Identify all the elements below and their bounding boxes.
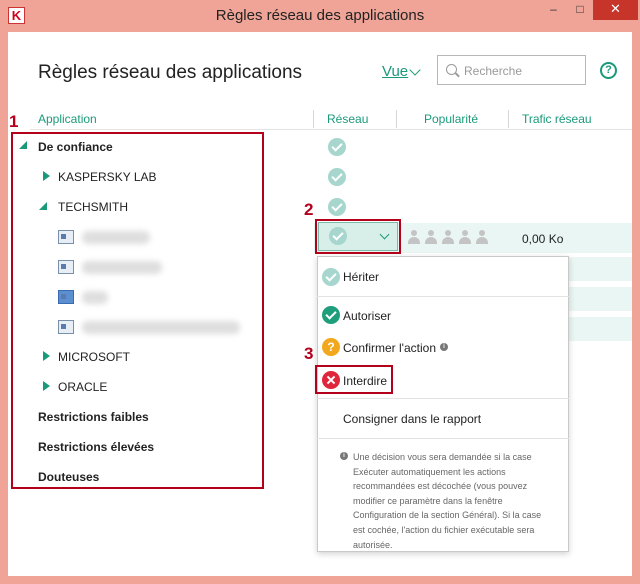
menu-item-confirm[interactable]: Confirmer l'action — [343, 341, 436, 355]
search-icon — [446, 64, 457, 75]
help-icon[interactable]: ? — [600, 62, 617, 79]
menu-divider — [317, 438, 569, 439]
page-title: Règles réseau des applications — [38, 62, 303, 83]
column-separator — [396, 110, 397, 128]
column-separator — [508, 110, 509, 128]
popularity-person-icon — [458, 230, 472, 244]
annotation-box-2 — [315, 219, 401, 254]
column-separator — [313, 110, 314, 128]
annotation-number-1: 1 — [9, 112, 19, 131]
search-box[interactable] — [437, 55, 586, 85]
search-input[interactable] — [464, 62, 582, 80]
view-menu-link[interactable]: Vue — [382, 63, 408, 80]
question-icon: ? — [322, 338, 340, 356]
popularity-person-icon — [475, 230, 489, 244]
menu-item-log[interactable]: Consigner dans le rapport — [343, 412, 481, 426]
minimize-button[interactable]: – — [540, 0, 567, 20]
menu-divider — [317, 296, 569, 297]
column-popularity[interactable]: Popularité — [424, 112, 478, 126]
column-application[interactable]: Application — [38, 112, 97, 126]
row-highlight — [568, 317, 632, 341]
menu-item-inherit[interactable]: Hériter — [343, 270, 379, 284]
info-icon: i — [340, 452, 348, 460]
row-highlight — [568, 257, 632, 281]
info-icon[interactable]: i — [440, 343, 448, 351]
column-traffic[interactable]: Trafic réseau — [522, 112, 592, 126]
inherit-check-icon[interactable] — [328, 168, 346, 186]
annotation-box-3 — [315, 365, 393, 394]
popularity-person-icon — [424, 230, 438, 244]
allow-check-icon — [322, 306, 340, 324]
popularity-person-icon — [407, 230, 421, 244]
maximize-button[interactable]: □ — [567, 0, 593, 20]
annotation-number-2: 2 — [304, 200, 314, 219]
popularity-person-icon — [441, 230, 455, 244]
menu-divider — [317, 398, 569, 399]
annotation-number-3: 3 — [304, 344, 314, 363]
menu-note: Une décision vous sera demandée si la ca… — [353, 452, 542, 550]
annotation-box-1 — [11, 132, 264, 489]
header-divider — [30, 129, 632, 130]
traffic-value: 0,00 Ko — [522, 232, 564, 246]
inherit-check-icon[interactable] — [328, 138, 346, 156]
column-network[interactable]: Réseau — [327, 112, 368, 126]
close-button[interactable]: ✕ — [593, 0, 638, 20]
inherit-check-icon — [322, 268, 340, 286]
title-bar: K Règles réseau des applications – □ ✕ — [0, 0, 640, 32]
inherit-check-icon[interactable] — [328, 198, 346, 216]
row-highlight — [568, 287, 632, 311]
menu-item-allow[interactable]: Autoriser — [343, 309, 391, 323]
